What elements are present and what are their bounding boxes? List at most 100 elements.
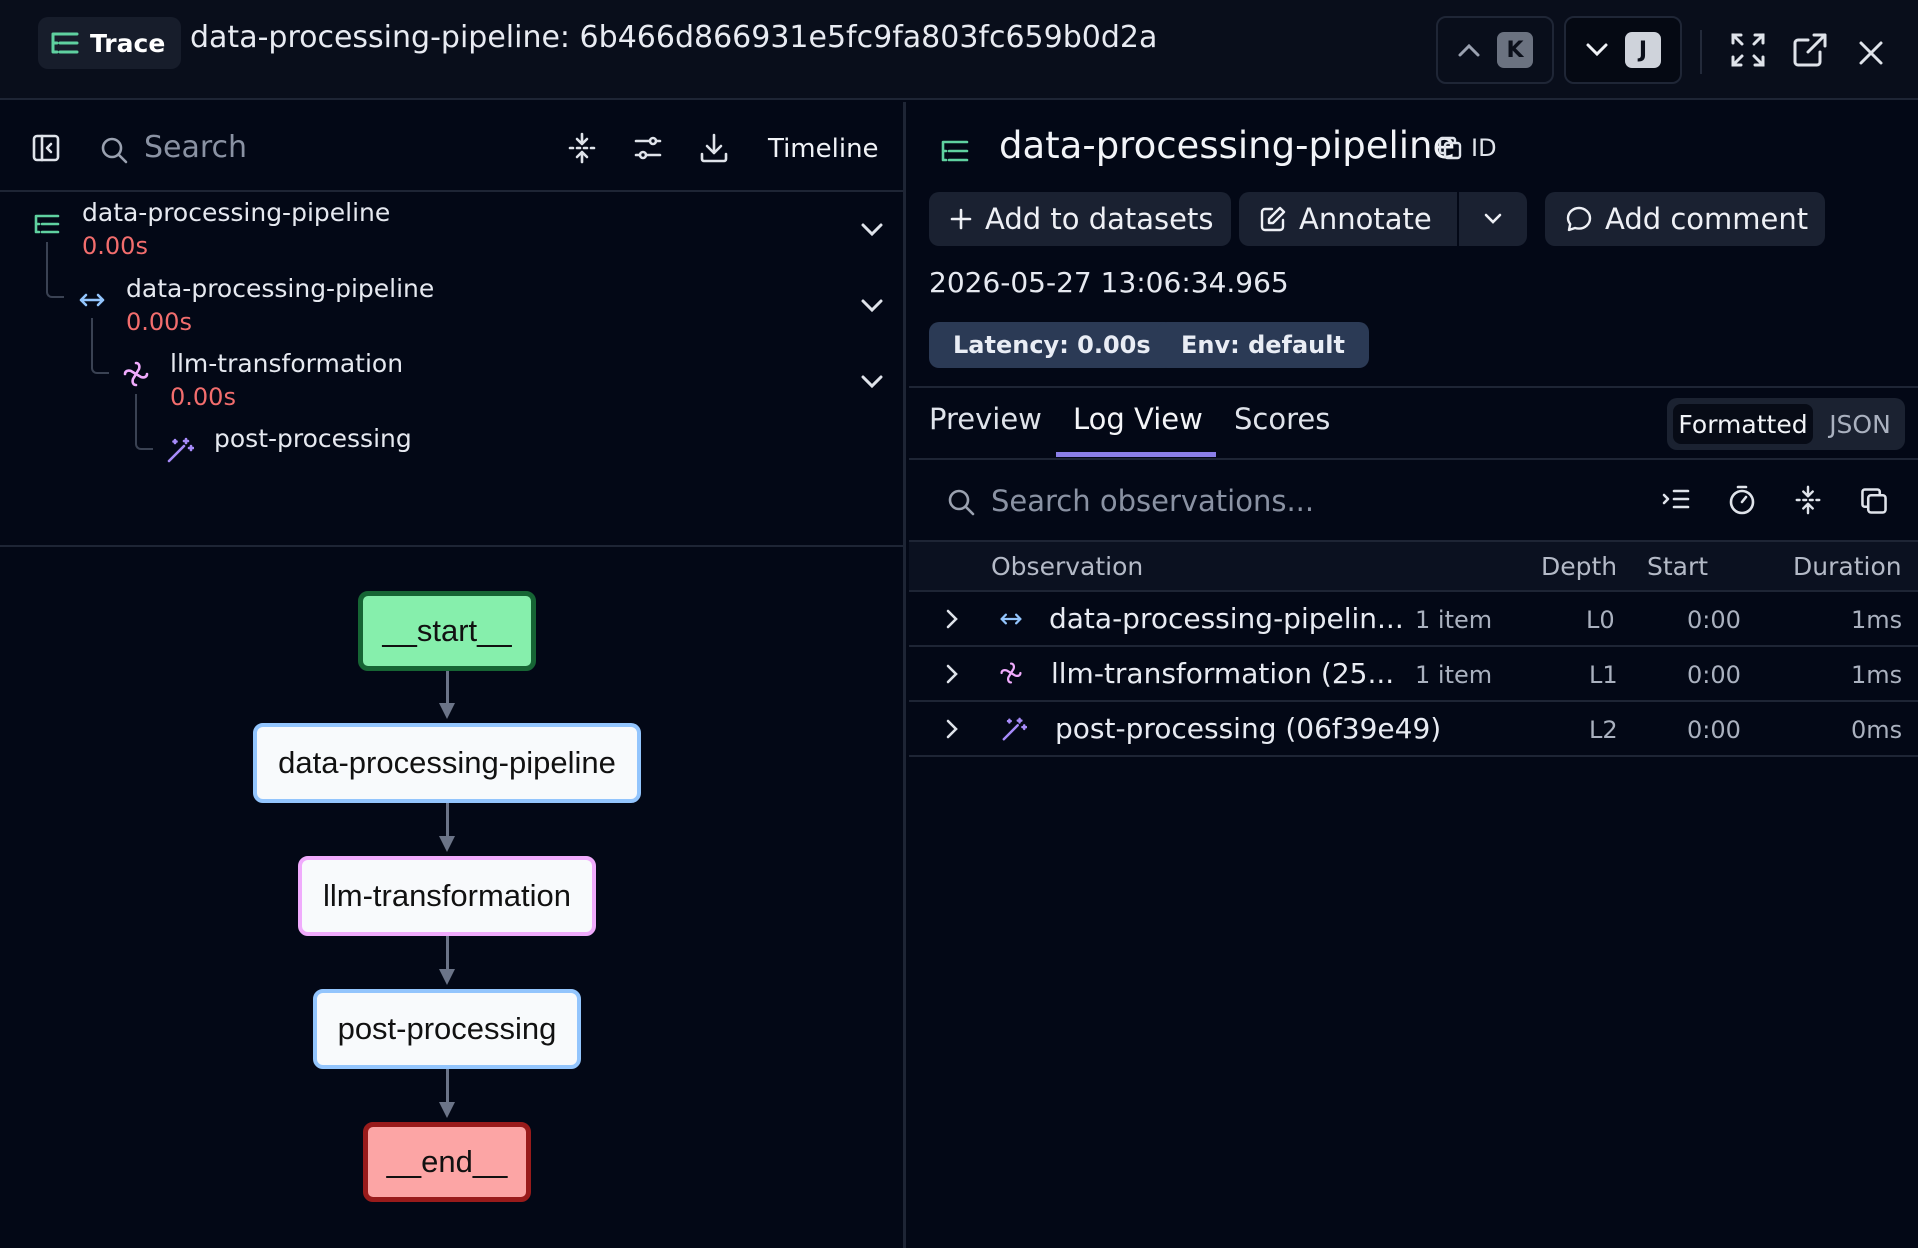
graph-edge [446,1069,449,1105]
chevron-right-icon[interactable] [945,663,959,685]
search-icon [947,488,975,516]
add-to-datasets-label: Add to datasets [985,202,1214,236]
graph-node-start[interactable]: __start__ [358,591,536,671]
toolbar-divider [1700,30,1702,74]
observation-title: data-processing-pipeline [999,124,1456,167]
row-depth: L2 [1589,716,1618,744]
indent-icon[interactable] [1661,486,1691,516]
annotate-button[interactable]: Annotate [1239,192,1457,246]
trace-badge-label: Trace [90,28,166,58]
column-observation: Observation [991,552,1144,581]
shortcut-j: J [1625,32,1661,68]
chevron-down-icon[interactable] [860,374,884,390]
row-item-count: 1 item [1415,661,1493,689]
row-depth: L0 [1586,606,1615,634]
sidebar-toggle-icon[interactable] [32,134,60,162]
tab-preview[interactable]: Preview [929,402,1042,436]
trace-graph: __start__ data-processing-pipeline llm-t… [0,545,906,1248]
graph-node-pipeline[interactable]: data-processing-pipeline [253,723,641,803]
row-start: 0:00 [1687,606,1741,634]
tab-scores[interactable]: Scores [1234,402,1330,436]
observation-search-input[interactable]: Search observations... [991,484,1314,518]
tree-item-name[interactable]: data-processing-pipeline [82,198,390,227]
table-row[interactable]: post-processing (06f39e49) L2 0:00 0ms [909,702,1918,757]
tree-item-time: 0.00s [170,383,236,411]
graph-node-post-processing[interactable]: post-processing [313,989,581,1069]
tree-connector [91,318,109,374]
right-panel: data-processing-pipeline ID Add to datas… [909,102,1918,1248]
collapse-all-icon[interactable] [566,132,598,164]
graph-edge [446,803,449,839]
trace-icon [941,138,969,164]
copy-icon[interactable] [1859,486,1889,516]
column-start: Start [1647,552,1709,581]
copy-icon [1437,135,1463,161]
observation-table-header: Observation Depth Start Duration [909,542,1918,592]
row-item-count: 1 item [1415,606,1493,634]
tree-item-time: 0.00s [82,232,148,260]
close-icon[interactable] [1858,40,1884,66]
timer-icon[interactable] [1727,484,1757,516]
open-external-icon[interactable] [1792,32,1828,68]
graph-arrow [439,836,455,852]
add-to-datasets-button[interactable]: Add to datasets [929,192,1231,246]
edit-icon [1259,205,1287,233]
format-toggle: Formatted JSON [1667,398,1905,450]
wand-icon [166,436,194,464]
table-row[interactable]: data-processing-pipelin... 1 item L0 0:0… [909,592,1918,647]
annotate-dropdown-button[interactable] [1459,192,1527,246]
tree-item-time: 0.00s [126,308,192,336]
json-option[interactable]: JSON [1821,404,1899,444]
graph-node-llm-transformation[interactable]: llm-transformation [298,856,596,936]
id-label: ID [1471,134,1497,162]
chevron-down-icon[interactable] [860,222,884,238]
trace-title: data-processing-pipeline: 6b466d866931e5… [190,20,1158,55]
add-comment-button[interactable]: Add comment [1545,192,1825,246]
expand-icon[interactable] [1730,32,1766,68]
trace-list-icon [50,30,80,56]
tree-connector [135,394,153,450]
graph-node-end[interactable]: __end__ [363,1122,531,1202]
row-start: 0:00 [1687,716,1741,744]
formatted-option[interactable]: Formatted [1673,404,1813,444]
generation-icon [999,661,1023,685]
next-trace-button[interactable]: J [1564,16,1682,84]
tree-item-name[interactable]: post-processing [214,424,412,453]
chevron-right-icon[interactable] [945,608,959,630]
table-row[interactable]: llm-transformation (25... 1 item L1 0:00… [909,647,1918,702]
tree-item-name[interactable]: llm-transformation [170,349,403,378]
observation-search-bar: Search observations... [909,460,1918,542]
column-depth: Depth [1541,552,1618,581]
chevron-down-icon [1585,42,1609,58]
view-tabs: Preview Log View Scores Formatted JSON [909,386,1918,460]
top-bar: Trace data-processing-pipeline: 6b466d86… [0,0,1918,100]
graph-edge [446,936,449,972]
left-panel: Search Timeline data-processing-pipeline… [0,102,906,1248]
add-comment-label: Add comment [1605,202,1809,236]
row-observation-name: post-processing (06f39e49) [1055,712,1442,745]
copy-id-button[interactable]: ID [1437,134,1497,162]
row-duration: 0ms [1851,716,1903,744]
timeline-toggle[interactable]: Timeline [768,134,879,164]
graph-edge [446,671,449,707]
row-start: 0:00 [1687,661,1741,689]
row-observation-name: llm-transformation (25... [1051,657,1395,690]
timestamp: 2026-05-27 13:06:34.965 [929,266,1289,299]
row-duration: 1ms [1851,661,1903,689]
chevron-right-icon[interactable] [945,718,959,740]
graph-arrow [439,703,455,719]
tree-item-name[interactable]: data-processing-pipeline [126,274,434,303]
chevron-up-icon [1457,42,1481,58]
filter-settings-icon[interactable] [632,132,664,164]
tree-search-input[interactable]: Search [144,130,247,165]
env-badge: Env: default [1157,322,1369,368]
tab-log-view[interactable]: Log View [1073,402,1203,436]
row-depth: L1 [1589,661,1618,689]
graph-arrow [439,969,455,985]
active-tab-indicator [1056,452,1216,457]
collapse-all-icon[interactable] [1793,484,1823,516]
chevron-down-icon [1483,212,1503,226]
prev-trace-button[interactable]: K [1436,16,1554,84]
download-icon[interactable] [698,132,730,164]
chevron-down-icon[interactable] [860,298,884,314]
